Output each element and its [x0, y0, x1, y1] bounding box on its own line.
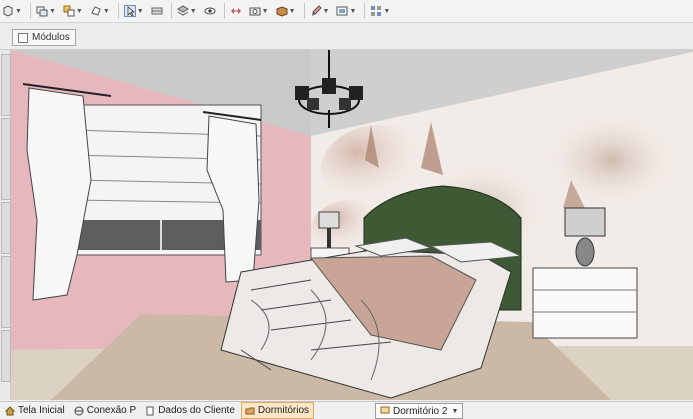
environment-label: Dormitório 2: [393, 405, 448, 417]
render-icon: [336, 5, 348, 17]
environment-icon: [380, 405, 390, 418]
bedroom-render: [11, 50, 693, 400]
rotate-icon: [90, 5, 102, 17]
paint-tool-button[interactable]: ▼: [308, 2, 332, 20]
copy-tool-button[interactable]: ▼: [61, 2, 85, 20]
box-tool-button[interactable]: ▼: [274, 2, 298, 20]
3d-viewport[interactable]: [11, 50, 693, 400]
tab-dormitorios[interactable]: Dormitórios: [240, 402, 315, 419]
home-icon: [4, 405, 16, 416]
right-nightstand: [532, 267, 638, 339]
module-tool-button[interactable]: ▼: [34, 2, 58, 20]
camera-tool-button[interactable]: ▼: [247, 2, 271, 20]
layer-tool-button[interactable]: ▼: [175, 2, 199, 20]
status-bar: Tela Inicial Conexão P Dados do Cliente …: [0, 401, 693, 419]
grid-tool-button[interactable]: ▼: [368, 2, 392, 20]
brush-icon: [310, 5, 322, 17]
module-icon: [36, 5, 48, 17]
main-toolbar: ▼ ▼ ▼ ▼ ▼ ▼ ▼ ▼ ▼ ▼ ▼: [0, 0, 693, 23]
globe-icon: [74, 406, 84, 416]
tab-conexao[interactable]: Conexão P: [71, 403, 140, 418]
view-tool-button[interactable]: [202, 2, 218, 20]
module-tab-icon: [18, 32, 28, 43]
cube-select-icon: [2, 5, 14, 17]
tab-dados-do-cliente[interactable]: Dados do Cliente: [142, 403, 239, 418]
pointer-tool-button[interactable]: ▼: [122, 2, 146, 20]
layer-icon: [176, 5, 189, 17]
chevron-down-icon: ▼: [451, 407, 459, 415]
pointer-icon: [123, 5, 136, 17]
wall-icon: [151, 5, 163, 17]
tab-tela-inicial[interactable]: Tela Inicial: [2, 403, 69, 418]
module-tab-strip: Módulos: [0, 23, 693, 50]
side-tab-3[interactable]: [1, 202, 11, 254]
document-icon: [145, 406, 155, 416]
wall-tool-button[interactable]: [149, 2, 165, 20]
side-tab-1[interactable]: [1, 54, 11, 116]
modules-tab-label: Módulos: [32, 32, 70, 43]
copy-icon: [63, 5, 75, 17]
folder-icon: [245, 406, 255, 416]
grid-icon: [370, 5, 382, 17]
right-lamp: [564, 207, 606, 237]
eye-icon: [204, 5, 216, 17]
left-lamp: [318, 211, 340, 229]
select-tool-button[interactable]: ▼: [0, 2, 24, 20]
side-tab-2[interactable]: [1, 118, 11, 200]
camera-icon: [249, 5, 261, 17]
side-tab-5[interactable]: [1, 330, 11, 382]
box-icon: [276, 5, 288, 17]
modules-tab[interactable]: Módulos: [12, 29, 76, 46]
left-side-panel: [0, 50, 11, 400]
move-tool-button[interactable]: [228, 2, 244, 20]
arrows-icon: [230, 5, 242, 17]
render-tool-button[interactable]: ▼: [334, 2, 358, 20]
rotate-tool-button[interactable]: ▼: [88, 2, 112, 20]
side-tab-4[interactable]: [1, 256, 11, 328]
environment-select[interactable]: Dormitório 2 ▼: [375, 403, 464, 419]
